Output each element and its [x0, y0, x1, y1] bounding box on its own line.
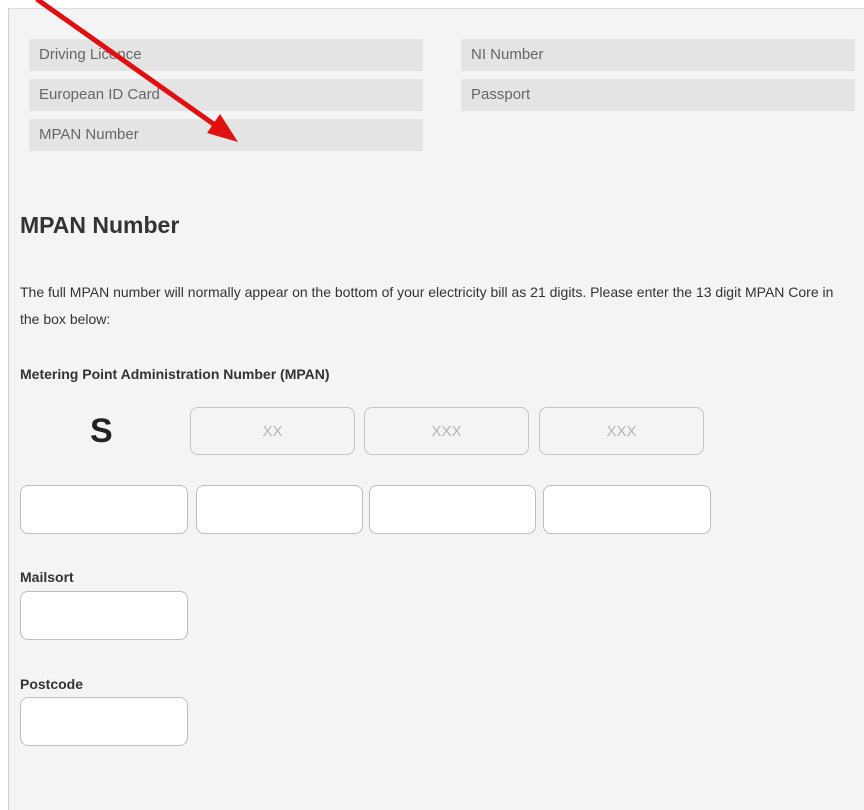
option-ni-number[interactable]: NI Number: [461, 39, 855, 71]
postcode-label: Postcode: [20, 676, 84, 692]
mpan-mtc-input[interactable]: [364, 407, 529, 455]
section-title: MPAN Number: [20, 212, 180, 238]
mpan-core-input-4[interactable]: [543, 485, 711, 534]
option-mpan-number[interactable]: MPAN Number: [29, 119, 423, 151]
option-passport[interactable]: Passport: [461, 79, 855, 111]
mpan-label: Metering Point Administration Number (MP…: [20, 366, 330, 382]
mpan-core-input-2[interactable]: [196, 485, 363, 534]
section-intro: The full MPAN number will normally appea…: [20, 284, 834, 327]
mpan-core-input-1[interactable]: [20, 485, 188, 534]
mailsort-input[interactable]: [20, 591, 188, 640]
option-european-id-card[interactable]: European ID Card: [29, 79, 423, 111]
mpan-profile-input[interactable]: [190, 407, 355, 455]
mpan-llf-input[interactable]: [539, 407, 704, 455]
option-driving-licence[interactable]: Driving Licence: [29, 39, 423, 71]
postcode-input[interactable]: [20, 697, 188, 746]
mpan-prefix-letter: S: [90, 412, 113, 450]
mailsort-label: Mailsort: [20, 569, 74, 585]
mpan-core-input-3[interactable]: [369, 485, 536, 534]
